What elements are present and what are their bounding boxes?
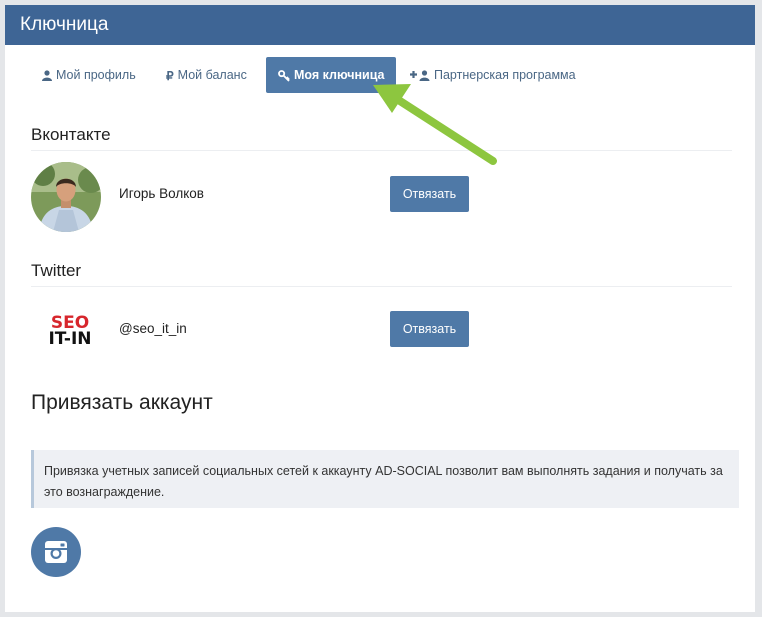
avatar <box>31 162 101 232</box>
seo-it-in-logo: SEO IT-IN <box>45 315 95 349</box>
ruble-icon: ₽ <box>166 68 174 83</box>
tab-partner-program[interactable]: Партнерская программа <box>401 57 585 93</box>
twitter-account-name: @seo_it_in <box>119 321 187 336</box>
info-box: Привязка учетных записей социальных сете… <box>31 450 739 508</box>
tab-label: Мой профиль <box>56 68 136 82</box>
vk-section-title: Вконтакте <box>31 125 111 144</box>
instagram-icon <box>45 541 67 563</box>
divider <box>31 150 732 151</box>
keychain-panel: Ключница Мой профиль ₽ Мой баланс Моя клю… <box>5 5 755 612</box>
add-user-icon <box>410 70 430 82</box>
vk-account-name: Игорь Волков <box>119 186 204 201</box>
profile-tabs: Мой профиль ₽ Мой баланс Моя ключница Пар… <box>5 57 755 93</box>
tab-label: Партнерская программа <box>434 68 576 82</box>
unlink-vk-button[interactable]: Отвязать <box>390 176 469 212</box>
info-text: Привязка учетных записей социальных сете… <box>44 464 723 499</box>
tab-label: Моя ключница <box>294 68 385 82</box>
instagram-connect-button[interactable] <box>31 527 81 577</box>
twitter-section-title: Twitter <box>31 261 82 280</box>
tab-my-keychain[interactable]: Моя ключница <box>266 57 397 93</box>
bind-account-title: Привязать аккаунт <box>31 391 213 414</box>
tab-my-balance[interactable]: ₽ Мой баланс <box>157 57 256 93</box>
page-header: Ключница <box>5 5 755 45</box>
logo-line-2: IT-IN <box>48 329 92 349</box>
user-icon <box>42 70 52 82</box>
annotation-arrow <box>373 84 497 165</box>
tab-label: Мой баланс <box>177 68 247 82</box>
divider <box>31 286 732 287</box>
key-icon <box>278 69 290 82</box>
tab-my-profile[interactable]: Мой профиль <box>33 57 145 93</box>
page-title: Ключница <box>20 14 109 35</box>
unlink-twitter-button[interactable]: Отвязать <box>390 311 469 347</box>
